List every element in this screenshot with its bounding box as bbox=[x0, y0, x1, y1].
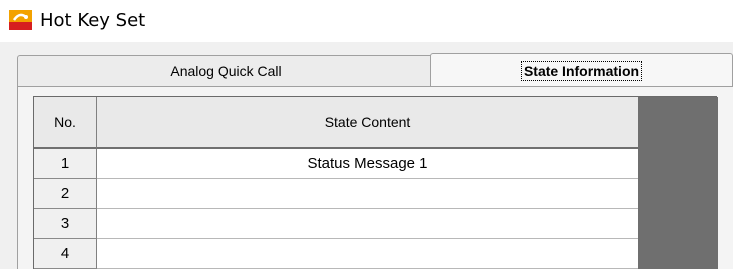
tab-state-information[interactable]: State Information bbox=[430, 53, 733, 87]
title-bar: Hot Key Set bbox=[0, 0, 733, 42]
row-number-cell[interactable]: 4 bbox=[34, 239, 97, 269]
state-content-cell[interactable]: Status Message 1 bbox=[97, 149, 638, 179]
state-content-cell[interactable] bbox=[97, 239, 638, 269]
table-row[interactable]: 4 bbox=[34, 239, 638, 269]
app-logo-icon bbox=[9, 10, 32, 30]
column-header-no[interactable]: No. bbox=[34, 97, 97, 149]
column-header-state-content[interactable]: State Content bbox=[97, 97, 639, 149]
row-number-cell[interactable]: 1 bbox=[34, 149, 97, 179]
window-title: Hot Key Set bbox=[40, 10, 146, 31]
tab-analog-quick-call[interactable]: Analog Quick Call bbox=[17, 55, 435, 86]
table-row[interactable]: 2 bbox=[34, 179, 638, 209]
tab-label: Analog Quick Call bbox=[170, 63, 282, 79]
window-client: Analog Quick Call State Information No. … bbox=[0, 42, 733, 269]
row-number-cell[interactable]: 2 bbox=[34, 179, 97, 209]
table-row[interactable]: 1 Status Message 1 bbox=[34, 149, 638, 179]
state-table: No. State Content 1 Status Message 1 2 3… bbox=[33, 96, 718, 269]
grid-empty-area bbox=[638, 97, 718, 269]
tab-label: State Information bbox=[520, 61, 643, 81]
state-content-cell[interactable] bbox=[97, 209, 638, 239]
tab-panel: No. State Content 1 Status Message 1 2 3… bbox=[17, 86, 733, 269]
state-content-cell[interactable] bbox=[97, 179, 638, 209]
row-number-cell[interactable]: 3 bbox=[34, 209, 97, 239]
table-row[interactable]: 3 bbox=[34, 209, 638, 239]
